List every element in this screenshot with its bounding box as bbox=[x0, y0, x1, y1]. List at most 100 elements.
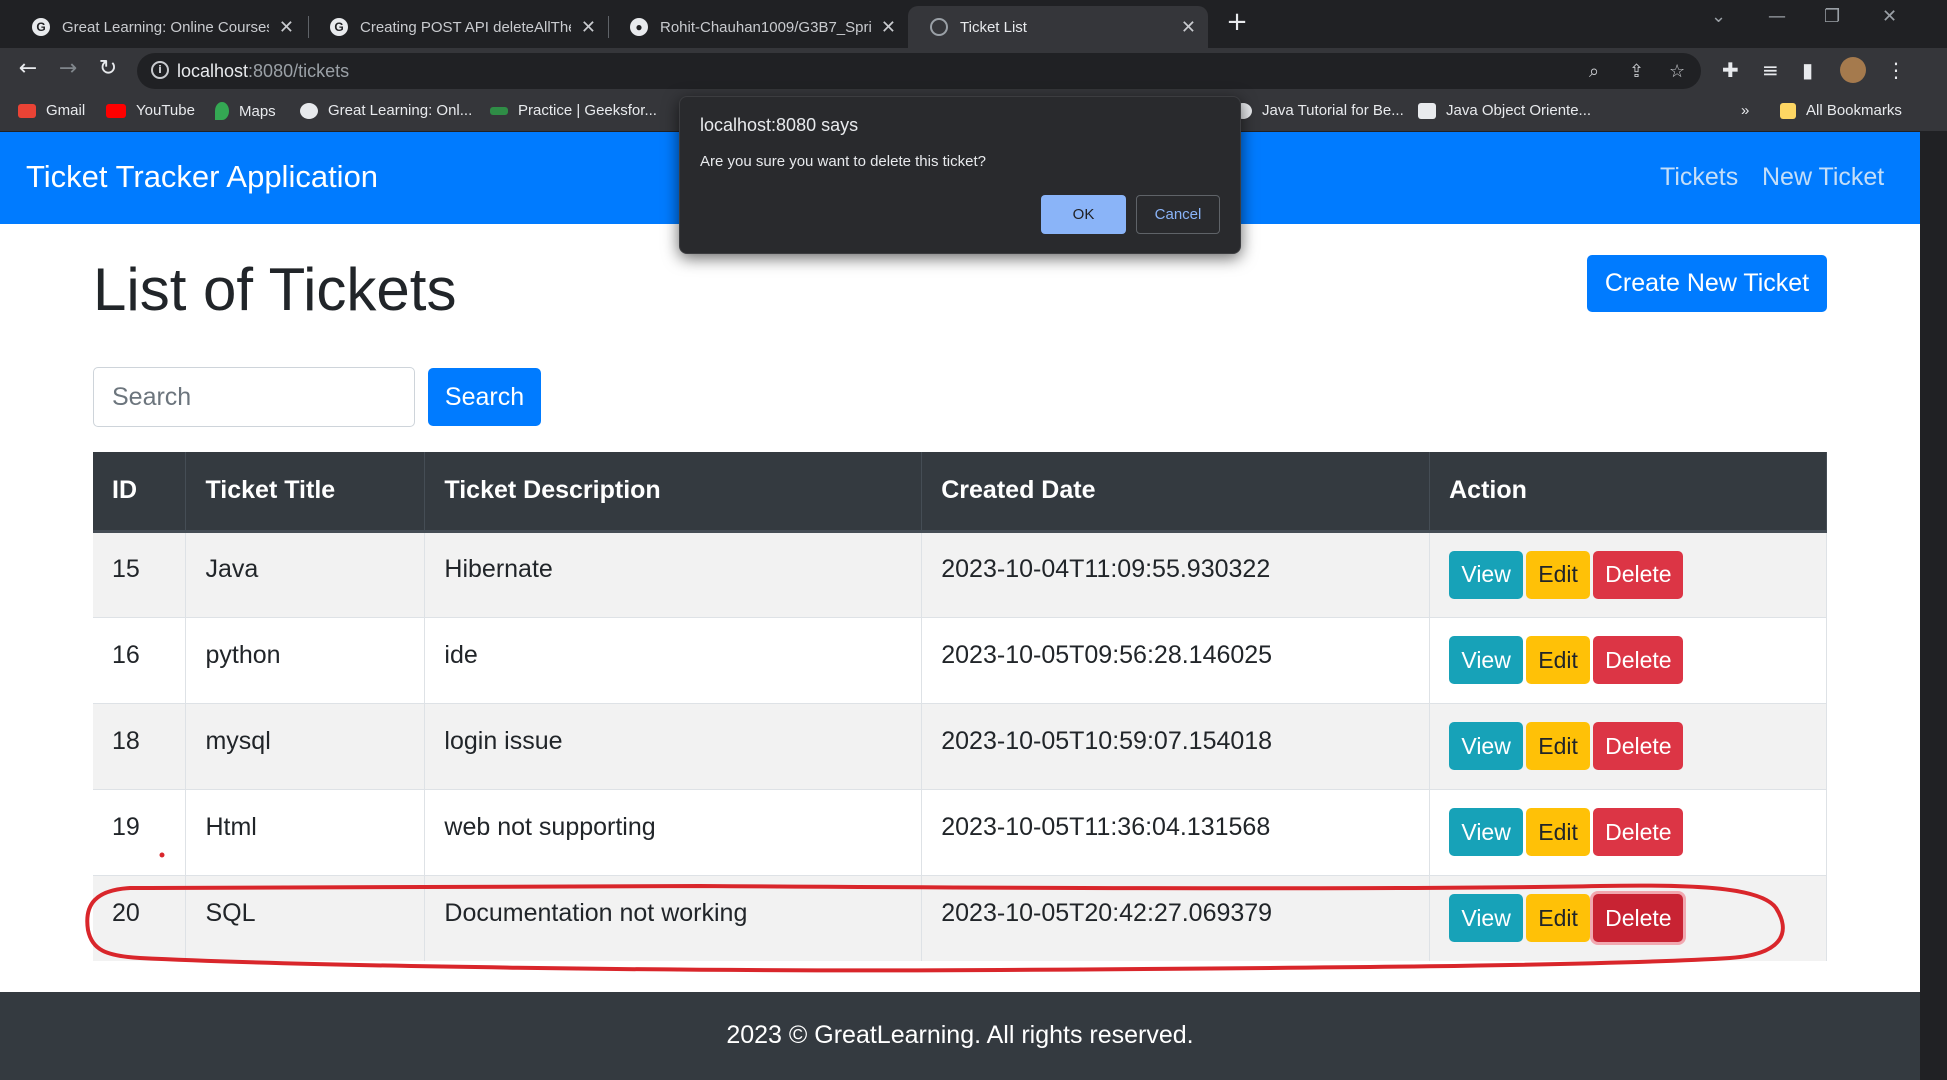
search-input[interactable] bbox=[93, 367, 415, 427]
page-footer: 2023 © GreatLearning. All rights reserve… bbox=[0, 992, 1920, 1080]
google-icon: G bbox=[330, 18, 348, 36]
footer-text: 2023 © GreatLearning. All rights reserve… bbox=[726, 1021, 1194, 1049]
bookmark-great-learning[interactable]: Great Learning: Onl... bbox=[300, 102, 472, 119]
zoom-icon[interactable]: ⌕ bbox=[1589, 61, 1599, 82]
view-button[interactable]: View bbox=[1449, 550, 1524, 599]
ticket-actions: View Edit Delete bbox=[1429, 616, 1827, 703]
ticket-id: 15 bbox=[93, 530, 187, 617]
ticket-created-date: 2023-10-05T09:56:28.146025 bbox=[921, 616, 1431, 703]
bookmark-java-tutorial[interactable]: Java Tutorial for Be... bbox=[1234, 102, 1404, 119]
edit-button[interactable]: Edit bbox=[1526, 894, 1591, 943]
nav-link-new-ticket[interactable]: New Ticket bbox=[1762, 163, 1884, 192]
profile-avatar[interactable] bbox=[1840, 57, 1866, 83]
bookmark-label: Maps bbox=[239, 102, 276, 120]
globe-icon bbox=[930, 18, 948, 36]
ticket-title: Html bbox=[185, 788, 426, 875]
ticket-description: Documentation not working bbox=[424, 874, 923, 961]
browser-toolbar: ← → ↻ i localhost:8080/tickets ⌕ ⇪ ☆ bbox=[0, 48, 1947, 92]
tab-title: Creating POST API deleteAllThe bbox=[360, 18, 571, 36]
dialog-ok-button[interactable]: OK bbox=[1041, 195, 1126, 234]
confirm-dialog: localhost:8080 says Are you sure you wan… bbox=[679, 96, 1241, 254]
ticket-description: ide bbox=[424, 616, 923, 703]
create-ticket-button[interactable]: Create New Ticket bbox=[1587, 255, 1827, 312]
ticket-actions: View Edit Delete bbox=[1429, 530, 1827, 617]
column-header-id: ID bbox=[93, 452, 187, 533]
dialog-cancel-button[interactable]: Cancel bbox=[1136, 195, 1220, 234]
maximize-icon[interactable]: ❐ bbox=[1824, 6, 1840, 27]
delete-button[interactable]: Delete bbox=[1593, 722, 1684, 770]
browser-tab[interactable]: G Great Learning: Online Courses, ✕ bbox=[10, 6, 306, 48]
bookmark-youtube[interactable]: YouTube bbox=[106, 102, 195, 119]
delete-button[interactable]: Delete bbox=[1593, 636, 1684, 684]
folder-icon bbox=[1780, 102, 1796, 119]
minimize-icon[interactable]: — bbox=[1768, 6, 1786, 27]
url-text[interactable]: localhost:8080/tickets bbox=[177, 61, 349, 82]
view-button[interactable]: View bbox=[1449, 636, 1524, 684]
ticket-id: 19 bbox=[93, 788, 187, 875]
browser-tab[interactable]: G Creating POST API deleteAllThe ✕ bbox=[308, 6, 608, 48]
menu-icon[interactable]: ⋮ bbox=[1886, 58, 1906, 82]
edit-button[interactable]: Edit bbox=[1526, 550, 1591, 599]
ticket-actions: View Edit Delete bbox=[1429, 874, 1827, 961]
view-button[interactable]: View bbox=[1449, 808, 1524, 856]
column-header-action: Action bbox=[1429, 452, 1827, 533]
view-button[interactable]: View bbox=[1449, 894, 1524, 943]
site-info-icon[interactable]: i bbox=[151, 61, 169, 79]
media-icon[interactable]: ≡ bbox=[1762, 58, 1779, 82]
close-icon[interactable]: ✕ bbox=[881, 17, 896, 38]
google-icon bbox=[300, 102, 318, 119]
dialog-message: Are you sure you want to delete this tic… bbox=[700, 153, 986, 170]
ticket-actions: View Edit Delete bbox=[1429, 788, 1827, 875]
ticket-description: Hibernate bbox=[424, 530, 923, 617]
bookmark-gmail[interactable]: Gmail bbox=[18, 102, 85, 119]
table-header-row: ID Ticket Title Ticket Description Creat… bbox=[93, 452, 1827, 533]
close-icon[interactable]: ✕ bbox=[1181, 17, 1196, 38]
bookmark-java-oop[interactable]: Java Object Oriente... bbox=[1418, 102, 1591, 119]
ticket-title: Java bbox=[185, 530, 426, 617]
browser-tab[interactable]: ● Rohit-Chauhan1009/G3B7_Sprin ✕ bbox=[608, 6, 908, 48]
edit-button[interactable]: Edit bbox=[1526, 636, 1591, 684]
browser-tab-active[interactable]: Ticket List ✕ bbox=[908, 6, 1208, 48]
tickets-table: ID Ticket Title Ticket Description Creat… bbox=[93, 452, 1827, 961]
all-bookmarks[interactable]: All Bookmarks bbox=[1780, 102, 1902, 119]
ticket-created-date: 2023-10-05T20:42:27.069379 bbox=[921, 874, 1431, 961]
table-row: 18 mysql login issue 2023-10-05T10:59:07… bbox=[93, 702, 1827, 789]
address-bar[interactable]: i localhost:8080/tickets ⌕ ⇪ ☆ bbox=[137, 53, 1701, 89]
edit-button[interactable]: Edit bbox=[1526, 808, 1591, 856]
bookmark-label: Java Tutorial for Be... bbox=[1262, 102, 1404, 119]
delete-button[interactable]: Delete bbox=[1593, 550, 1684, 599]
edit-button[interactable]: Edit bbox=[1526, 722, 1591, 770]
nav-link-tickets[interactable]: Tickets bbox=[1660, 163, 1738, 192]
column-header-title: Ticket Title bbox=[185, 452, 426, 533]
reload-icon[interactable]: ↻ bbox=[94, 56, 122, 81]
side-panel-icon[interactable]: ▮ bbox=[1802, 58, 1813, 82]
back-icon[interactable]: ← bbox=[14, 56, 42, 81]
bookmark-geeksforgeeks[interactable]: Practice | Geeksfor... bbox=[490, 102, 657, 119]
delete-button-focused[interactable]: Delete bbox=[1593, 894, 1684, 943]
window-close-icon[interactable]: ✕ bbox=[1882, 6, 1897, 27]
forward-icon[interactable]: → bbox=[54, 56, 82, 81]
search-button[interactable]: Search bbox=[428, 368, 541, 426]
close-icon[interactable]: ✕ bbox=[581, 17, 596, 38]
view-button[interactable]: View bbox=[1449, 722, 1524, 770]
bookmark-maps[interactable]: Maps bbox=[215, 102, 276, 120]
app-brand[interactable]: Ticket Tracker Application bbox=[26, 159, 378, 195]
ticket-id: 16 bbox=[93, 616, 187, 703]
column-header-created: Created Date bbox=[921, 452, 1431, 533]
google-icon: G bbox=[32, 18, 50, 36]
extensions-icon[interactable]: ✚ bbox=[1722, 58, 1739, 82]
bookmark-star-icon[interactable]: ☆ bbox=[1669, 61, 1685, 82]
ticket-id: 18 bbox=[93, 702, 187, 789]
gmail-icon bbox=[18, 103, 36, 118]
url-host: localhost bbox=[177, 61, 249, 81]
ticket-id: 20 bbox=[93, 874, 187, 961]
tab-search-icon[interactable]: ⌄ bbox=[1711, 6, 1726, 27]
window-edge-strip bbox=[1920, 132, 1947, 1080]
share-icon[interactable]: ⇪ bbox=[1629, 61, 1644, 82]
new-tab-button[interactable]: + bbox=[1222, 8, 1252, 38]
delete-button[interactable]: Delete bbox=[1593, 808, 1684, 856]
more-bookmarks-chevron[interactable]: » bbox=[1741, 102, 1749, 119]
close-icon[interactable]: ✕ bbox=[279, 17, 294, 38]
ticket-actions: View Edit Delete bbox=[1429, 702, 1827, 789]
bookmark-label: Great Learning: Onl... bbox=[328, 102, 473, 119]
